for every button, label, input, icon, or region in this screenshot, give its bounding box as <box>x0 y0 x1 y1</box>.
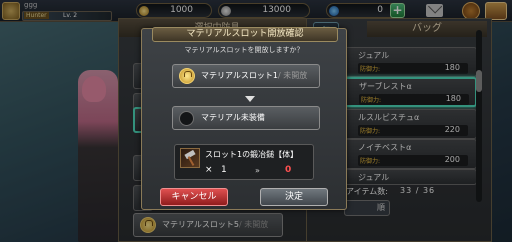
hammer-icon <box>180 148 200 168</box>
cancel-button[interactable]: キャンセル <box>160 188 228 206</box>
arrow-right-icon: » <box>255 166 260 175</box>
required-material: スロット1の鍛冶鎚【体】 × 1 » 0 <box>174 144 314 180</box>
dialog-title: マテリアルスロット開放確認 <box>152 27 338 42</box>
dialog-question: マテリアルスロットを開放しますか？ <box>184 46 304 54</box>
material-slot-result: マテリアル未装備 <box>172 106 320 130</box>
material-qty: 1 <box>221 165 227 175</box>
empty-slot-icon <box>179 111 194 126</box>
lock-icon <box>179 68 195 84</box>
material-name: スロット1の鍛冶鎚【体】 <box>205 150 299 159</box>
material-slot-1: マテリアルスロット1/ 未開放 <box>172 64 320 88</box>
material-result-label: マテリアル未装備 <box>201 113 265 122</box>
material-slot-1-label: マテリアルスロット1/ 未開放 <box>201 71 308 80</box>
down-arrow-icon <box>245 96 255 102</box>
material-qty-prefix: × <box>205 165 213 175</box>
confirm-button[interactable]: 決定 <box>260 188 328 206</box>
material-after-qty: 0 <box>285 165 292 175</box>
